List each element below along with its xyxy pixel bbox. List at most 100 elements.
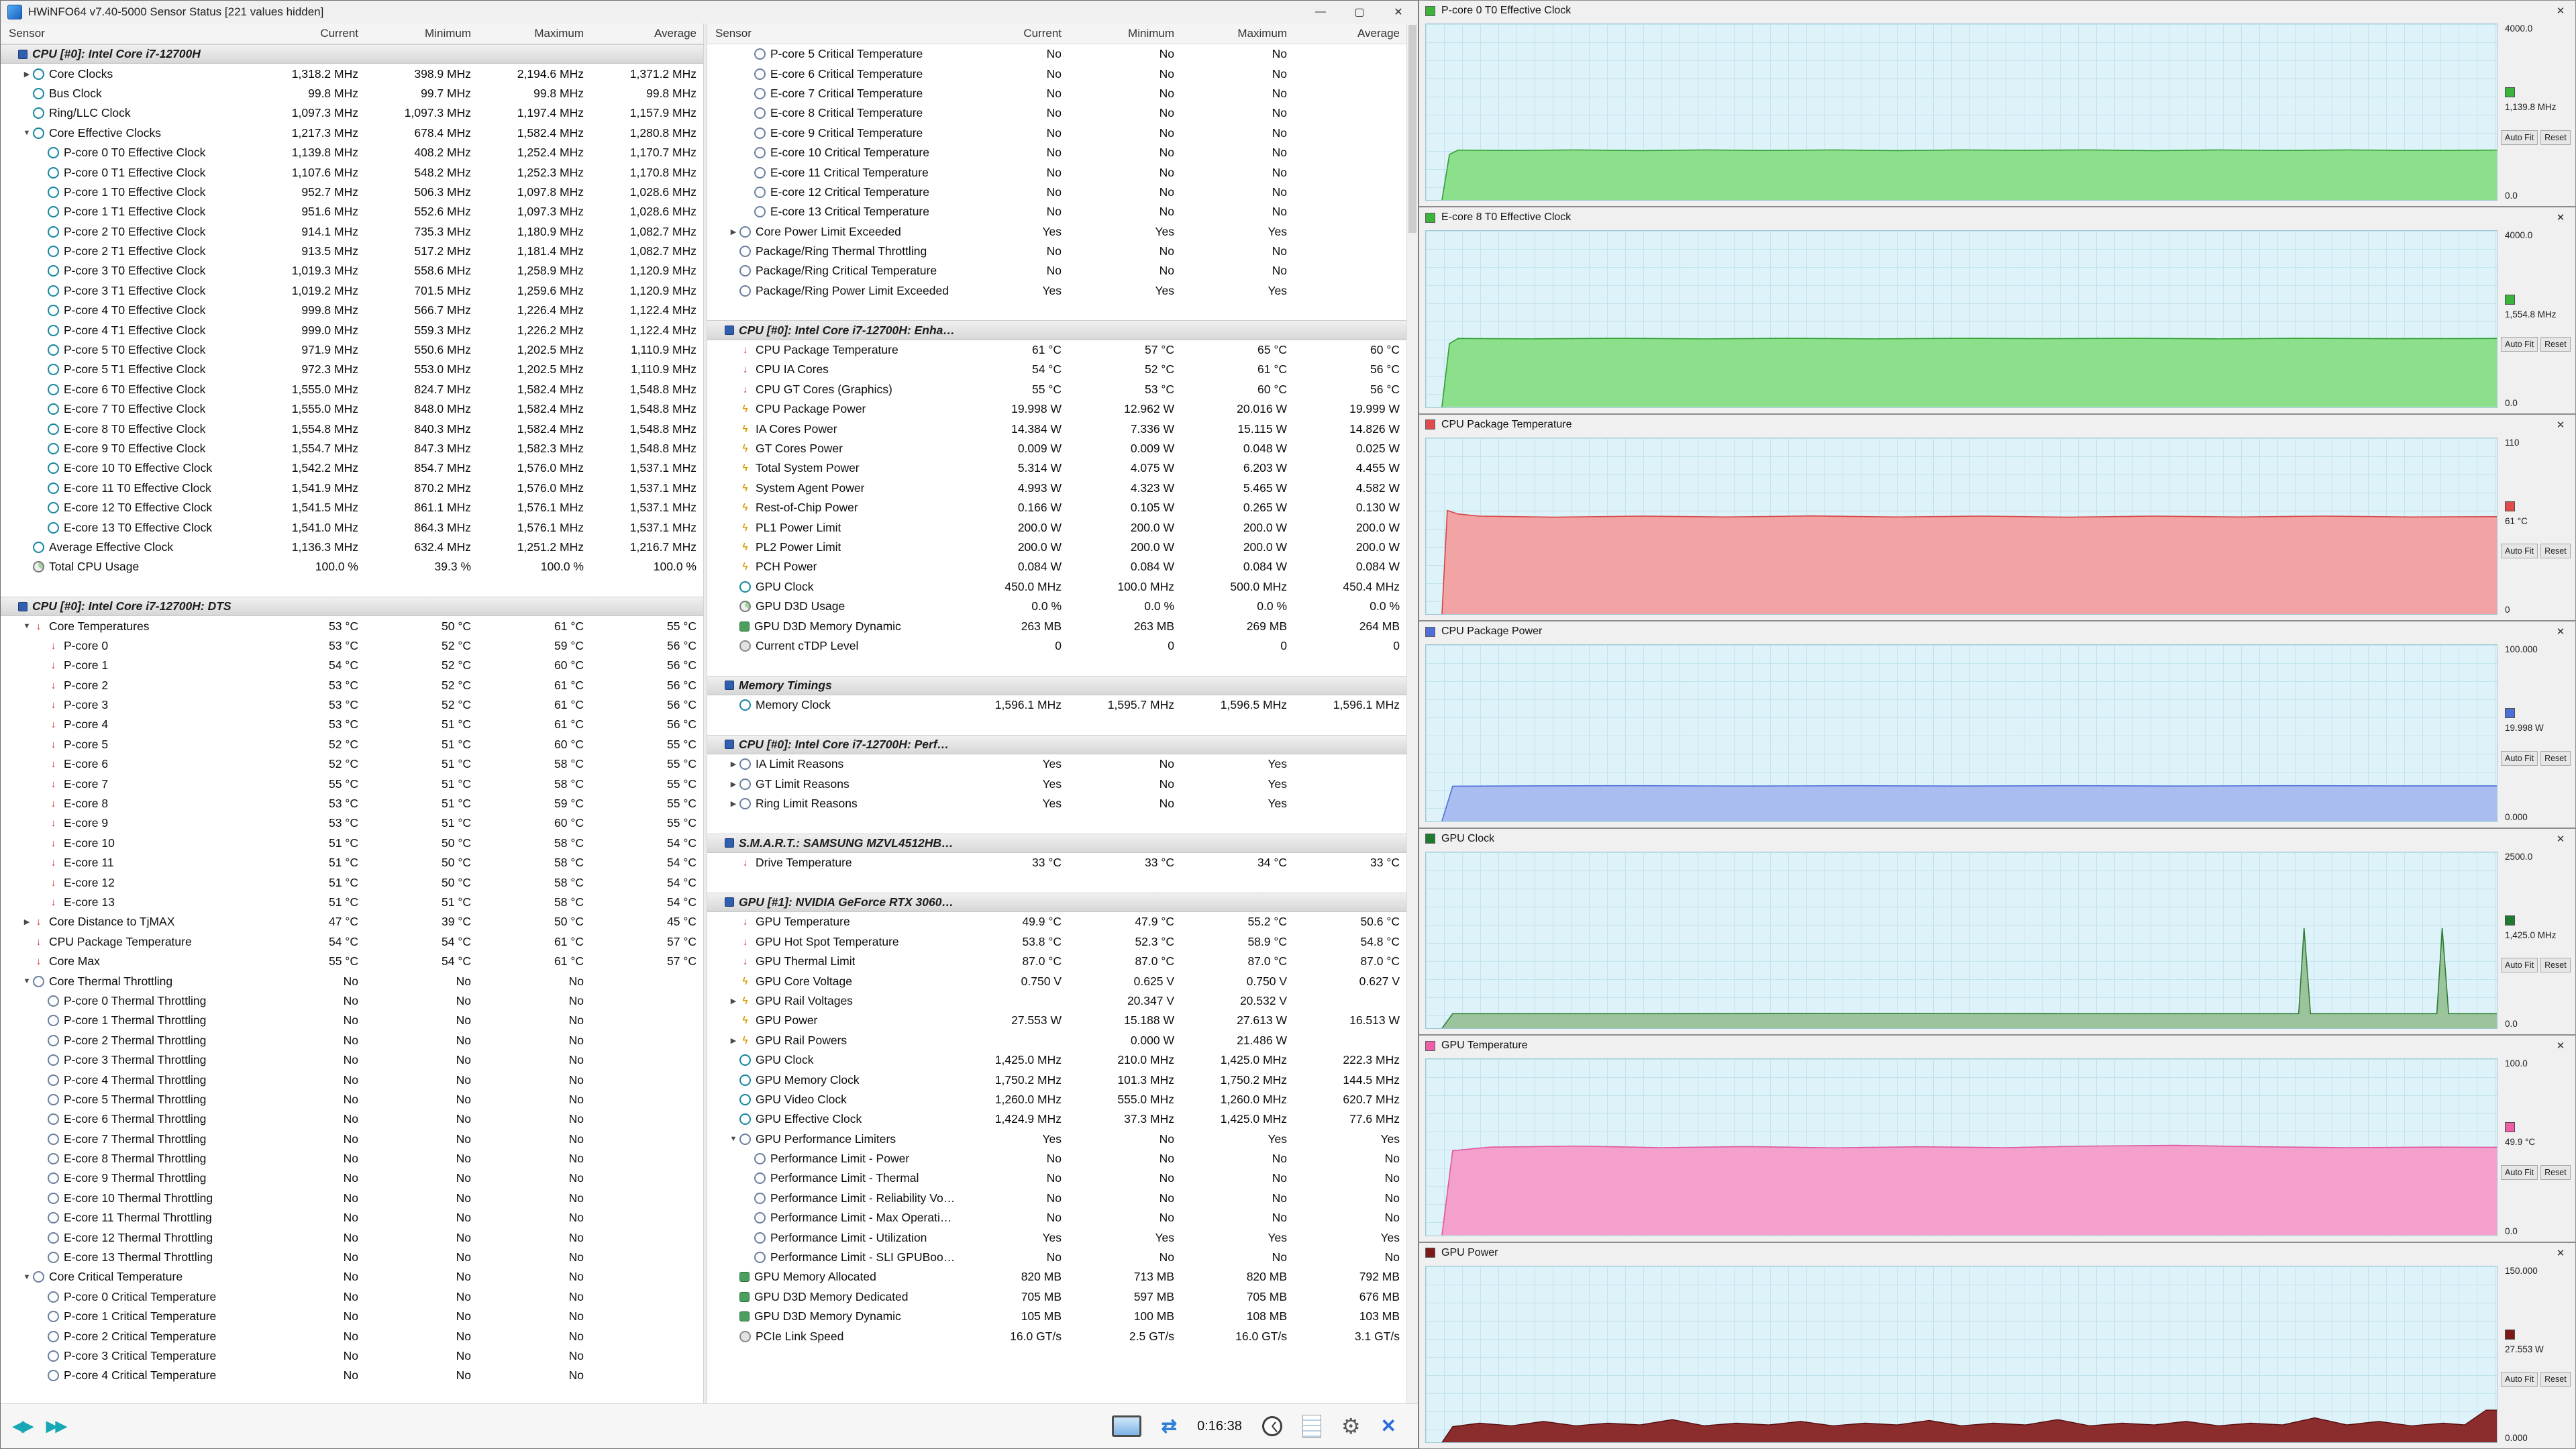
collapse-arrow-icon[interactable]: ▼ [21,129,33,137]
sensor-row[interactable]: Performance Limit - PowerNoNoNoNo [707,1149,1406,1168]
sensor-row[interactable]: ϟTotal System Power5.314 W4.075 W6.203 W… [707,458,1406,478]
reset-button[interactable]: Reset [2540,1165,2571,1180]
sensor-row[interactable]: GPU D3D Memory Dynamic105 MB100 MB108 MB… [707,1307,1406,1326]
sensor-row[interactable]: P-core 4 T1 Effective Clock999.0 MHz559.… [1,320,703,340]
sensor-row[interactable]: E-core 9 Critical TemperatureNoNoNo [707,123,1406,143]
sensor-row[interactable]: P-core 0 T0 Effective Clock1,139.8 MHz40… [1,143,703,162]
sensor-row[interactable]: Memory Clock1,596.1 MHz1,595.7 MHz1,596.… [707,695,1406,715]
sensor-row[interactable]: E-core 7 Critical TemperatureNoNoNo [707,84,1406,103]
sensor-row[interactable]: GPU Memory Allocated820 MB713 MB820 MB79… [707,1267,1406,1287]
header-sensor[interactable]: Sensor [707,27,956,40]
sensor-row[interactable]: Performance Limit - Reliability VoltageN… [707,1189,1406,1208]
clock-icon[interactable] [1262,1416,1282,1436]
sensor-row[interactable]: E-core 10 Thermal ThrottlingNoNoNo [1,1189,703,1208]
sensor-row[interactable]: ↓P-core 053 °C52 °C59 °C56 °C [1,636,703,656]
expand-arrow-icon[interactable]: ▶ [727,799,739,808]
sensor-row[interactable]: ↓GPU Thermal Limit87.0 °C87.0 °C87.0 °C8… [707,952,1406,971]
minimize-button[interactable]: — [1301,1,1340,23]
sensor-row[interactable]: E-core 13 T0 Effective Clock1,541.0 MHz8… [1,517,703,537]
close-icon[interactable]: ✕ [2550,5,2571,17]
sensor-row[interactable]: ϟIA Cores Power14.384 W7.336 W15.115 W14… [707,419,1406,438]
sensor-row[interactable]: P-core 3 Thermal ThrottlingNoNoNo [1,1050,703,1070]
sensor-row[interactable]: E-core 11 Thermal ThrottlingNoNoNo [1,1208,703,1228]
reset-button[interactable]: Reset [2540,1372,2571,1387]
sensor-row[interactable]: P-core 5 Thermal ThrottlingNoNoNo [1,1090,703,1109]
sensor-row[interactable]: ▶IA Limit ReasonsYesNoYes [707,754,1406,774]
section-header-row[interactable]: CPU [#0]: Intel Core i7-12700H: DTS [1,597,703,616]
reset-minmax-arrows-icon[interactable]: ◀▶ [13,1419,32,1434]
sensor-row[interactable]: ↓CPU Package Temperature61 °C57 °C65 °C6… [707,340,1406,360]
sensor-row[interactable]: P-core 1 Thermal ThrottlingNoNoNo [1,1011,703,1030]
sensor-row[interactable]: E-core 11 Critical TemperatureNoNoNo [707,162,1406,182]
sensor-row[interactable]: GPU Video Clock1,260.0 MHz555.0 MHz1,260… [707,1090,1406,1109]
sensor-row[interactable]: E-core 8 Thermal ThrottlingNoNoNo [1,1149,703,1168]
sensor-row[interactable]: Performance Limit - SLI GPUBoost SyncNoN… [707,1248,1406,1267]
graph-titlebar[interactable]: E-core 8 T0 Effective Clock✕ [1419,207,2575,228]
sensor-row[interactable]: ▼Core Critical TemperatureNoNoNo [1,1267,703,1287]
sensor-row[interactable]: E-core 9 T0 Effective Clock1,554.7 MHz84… [1,439,703,458]
close-icon[interactable]: ✕ [2550,626,2571,638]
sensor-row[interactable]: ▶Core Power Limit ExceededYesYesYes [707,222,1406,242]
header-maximum[interactable]: Maximum [478,27,590,40]
header-sensor[interactable]: Sensor [1,27,252,40]
sensor-row[interactable]: P-core 0 Thermal ThrottlingNoNoNo [1,991,703,1011]
sensor-row[interactable]: ϟCPU Package Power19.998 W12.962 W20.016… [707,399,1406,419]
graph-titlebar[interactable]: GPU Temperature✕ [1419,1036,2575,1056]
header-current[interactable]: Current [252,27,365,40]
sensor-row[interactable]: ↓E-core 1151 °C50 °C58 °C54 °C [1,853,703,872]
sensor-row[interactable]: P-core 4 Thermal ThrottlingNoNoNo [1,1070,703,1089]
graph-titlebar[interactable]: CPU Package Power✕ [1419,621,2575,642]
expand-arrow-icon[interactable]: ▶ [21,70,33,79]
sensor-row[interactable]: Package/Ring Power Limit ExceededYesYesY… [707,281,1406,301]
close-icon[interactable]: ✕ [2550,1040,2571,1052]
sensor-row[interactable]: ↓P-core 552 °C51 °C60 °C55 °C [1,735,703,754]
maximize-button[interactable]: ▢ [1340,1,1379,23]
sensor-row[interactable]: Package/Ring Thermal ThrottlingNoNoNo [707,242,1406,261]
auto-fit-button[interactable]: Auto Fit [2501,130,2538,145]
auto-fit-button[interactable]: Auto Fit [2501,1165,2538,1180]
collapse-arrow-icon[interactable]: ▼ [21,1273,33,1281]
close-icon[interactable]: ✕ [2550,211,2571,223]
sensor-row[interactable]: ▼Core Thermal ThrottlingNoNoNo [1,971,703,991]
close-icon[interactable]: ✕ [2550,833,2571,845]
sensor-row[interactable]: GPU D3D Memory Dynamic263 MB263 MB269 MB… [707,616,1406,636]
header-maximum[interactable]: Maximum [1181,27,1294,40]
sensor-row[interactable]: GPU Clock450.0 MHz100.0 MHz500.0 MHz450.… [707,577,1406,597]
collapse-arrow-icon[interactable]: ▼ [21,622,33,630]
collapse-arrow-icon[interactable]: ▼ [21,977,33,985]
sensor-row[interactable]: E-core 7 Thermal ThrottlingNoNoNo [1,1129,703,1148]
sensor-row[interactable]: PCIe Link Speed16.0 GT/s2.5 GT/s16.0 GT/… [707,1326,1406,1346]
expand-arrow-icon[interactable]: ▶ [21,917,33,926]
sensor-sync-icon[interactable]: ⇄ [1162,1417,1177,1436]
graph-titlebar[interactable]: GPU Power✕ [1419,1243,2575,1263]
sensor-row[interactable]: E-core 13 Thermal ThrottlingNoNoNo [1,1248,703,1267]
sensor-row[interactable]: P-core 2 Critical TemperatureNoNoNo [1,1326,703,1346]
sensor-row[interactable]: Average Effective Clock1,136.3 MHz632.4 … [1,538,703,557]
sensor-row[interactable]: ↓GPU Hot Spot Temperature53.8 °C52.3 °C5… [707,932,1406,952]
sensor-row[interactable]: Total CPU Usage100.0 %39.3 %100.0 %100.0… [1,557,703,577]
sensor-row[interactable]: ↓E-core 1051 °C50 °C58 °C54 °C [1,834,703,853]
sensor-row[interactable]: ϟGPU Core Voltage0.750 V0.625 V0.750 V0.… [707,971,1406,991]
sensor-row[interactable]: E-core 8 T0 Effective Clock1,554.8 MHz84… [1,419,703,438]
sensor-row[interactable]: P-core 3 T1 Effective Clock1,019.2 MHz70… [1,281,703,301]
graph-titlebar[interactable]: CPU Package Temperature✕ [1419,415,2575,435]
sensor-row[interactable]: ↓E-core 652 °C51 °C58 °C55 °C [1,754,703,774]
header-minimum[interactable]: Minimum [365,27,478,40]
sensor-row[interactable]: P-core 5 Critical TemperatureNoNoNo [707,44,1406,64]
sensor-row[interactable]: ▶Core Clocks1,318.2 MHz398.9 MHz2,194.6 … [1,64,703,83]
vertical-scrollbar[interactable] [1406,23,1418,1403]
sensor-row[interactable]: Performance Limit - UtilizationYesYesYes… [707,1228,1406,1247]
logging-arrows-icon[interactable]: ▶▶ [46,1419,65,1434]
sensor-row[interactable]: ▼Core Effective Clocks1,217.3 MHz678.4 M… [1,123,703,143]
auto-fit-button[interactable]: Auto Fit [2501,1372,2538,1387]
graph-titlebar[interactable]: GPU Clock✕ [1419,829,2575,849]
sensor-row[interactable]: P-core 4 Critical TemperatureNoNoNo [1,1366,703,1385]
report-icon[interactable] [1302,1415,1321,1438]
sensor-row[interactable]: ↓P-core 353 °C52 °C61 °C56 °C [1,695,703,715]
sensor-row[interactable]: Package/Ring Critical TemperatureNoNoNo [707,261,1406,281]
sensor-row[interactable]: ▼↓Core Temperatures53 °C50 °C61 °C55 °C [1,616,703,636]
auto-fit-button[interactable]: Auto Fit [2501,958,2538,972]
scrollbar-thumb[interactable] [1408,25,1416,233]
sensor-row[interactable]: GPU Effective Clock1,424.9 MHz37.3 MHz1,… [707,1109,1406,1129]
sensor-row[interactable]: P-core 1 T0 Effective Clock952.7 MHz506.… [1,183,703,202]
